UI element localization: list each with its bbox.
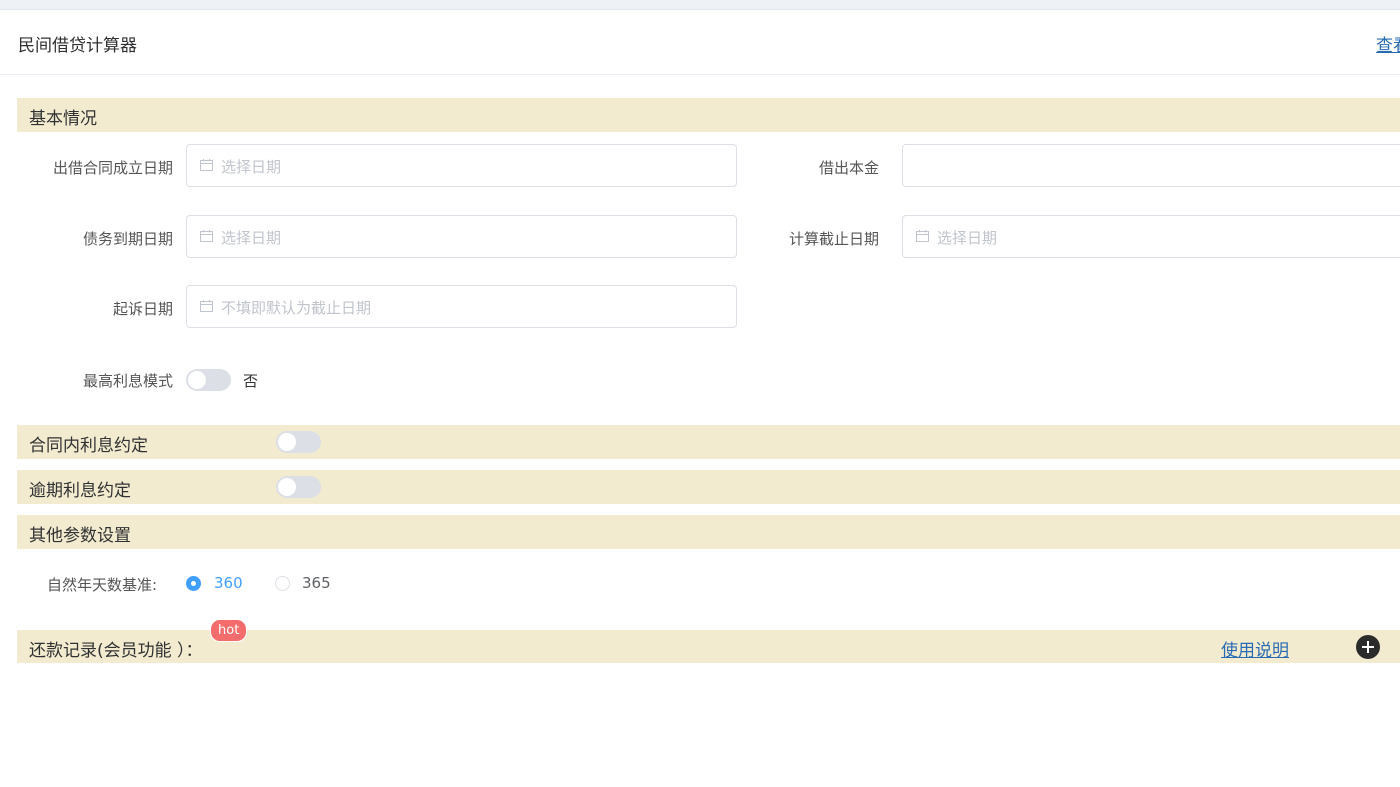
contract-interest-switch[interactable] (276, 431, 321, 453)
usage-instructions-link[interactable]: 使用说明 (1221, 636, 1289, 661)
section-overdue-interest-title: 逾期利息约定 (29, 481, 131, 501)
max-interest-mode-state: 否 (243, 372, 259, 390)
radio-365-label[interactable]: 365 (302, 574, 331, 592)
calc-end-date-placeholder: 选择日期 (937, 229, 998, 247)
radio-360[interactable] (186, 576, 201, 591)
hot-badge: hot (210, 619, 248, 642)
page-header: 民间借贷计算器 查看 (0, 10, 1400, 75)
calc-end-date-label: 计算截止日期 (788, 230, 879, 248)
year-basis-label: 自然年天数基准: (47, 576, 158, 594)
calendar-icon (200, 230, 213, 242)
page-title: 民间借贷计算器 (18, 36, 137, 56)
due-date-placeholder: 选择日期 (221, 229, 282, 247)
contract-date-label: 出借合同成立日期 (52, 159, 173, 177)
calendar-icon (200, 159, 213, 171)
lawsuit-date-input[interactable]: 不填即默认为截止日期 (186, 285, 737, 328)
contract-date-placeholder: 选择日期 (221, 158, 282, 176)
calendar-icon (916, 230, 929, 242)
lawsuit-date-label: 起诉日期 (112, 300, 173, 318)
section-overdue-interest: 逾期利息约定 (17, 470, 1400, 504)
principal-input[interactable] (902, 144, 1400, 187)
switch-knob (278, 478, 296, 496)
principal-label: 借出本金 (818, 159, 879, 177)
due-date-input[interactable]: 选择日期 (186, 215, 737, 258)
radio-360-label[interactable]: 360 (214, 574, 243, 592)
section-other-params: 其他参数设置 (17, 515, 1400, 549)
section-other-params-title: 其他参数设置 (29, 526, 131, 546)
due-date-label: 债务到期日期 (82, 230, 173, 248)
switch-knob (278, 433, 296, 451)
lawsuit-date-placeholder: 不填即默认为截止日期 (221, 299, 372, 317)
section-contract-interest-title: 合同内利息约定 (29, 436, 148, 456)
contract-date-input[interactable]: 选择日期 (186, 144, 737, 187)
section-contract-interest: 合同内利息约定 (17, 425, 1400, 459)
max-interest-mode-switch[interactable] (186, 369, 231, 391)
calc-end-date-input[interactable]: 选择日期 (902, 215, 1400, 258)
overdue-interest-switch[interactable] (276, 476, 321, 498)
view-link[interactable]: 查看 (1376, 31, 1400, 56)
top-strip (0, 0, 1400, 10)
switch-knob (188, 371, 206, 389)
section-basic: 基本情况 (17, 98, 1400, 132)
section-basic-title: 基本情况 (29, 109, 97, 129)
section-repayment-title: 还款记录(会员功能 ）： (29, 641, 203, 661)
calendar-icon (200, 300, 213, 312)
max-interest-mode-label: 最高利息模式 (82, 372, 173, 390)
plus-circle-icon[interactable] (1356, 635, 1380, 659)
radio-365[interactable] (275, 576, 290, 591)
